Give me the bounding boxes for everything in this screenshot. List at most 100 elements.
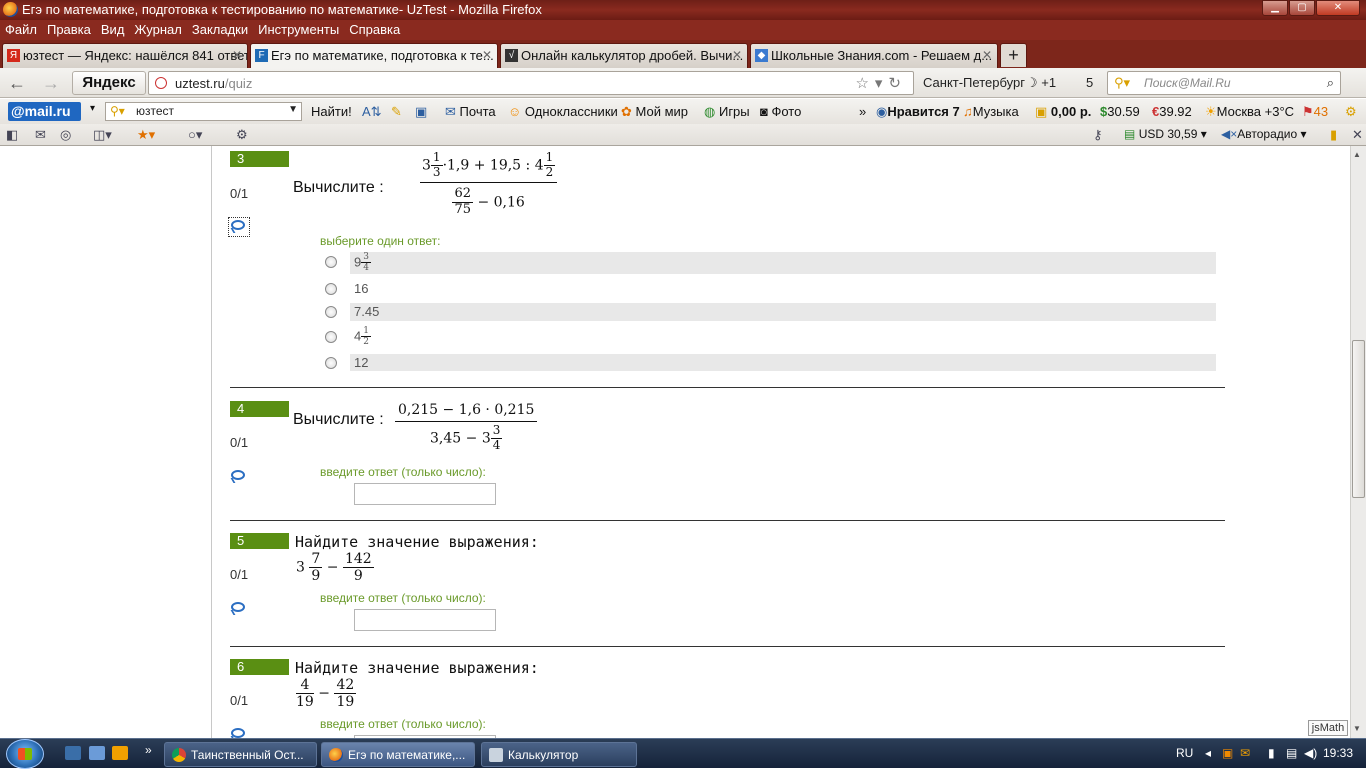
highlight-icon[interactable]: ✎	[391, 104, 402, 120]
new-tab-button[interactable]: +	[1000, 43, 1027, 67]
taskbar-item-firefox[interactable]: Егэ по математике,...	[321, 742, 475, 767]
comment-bubble-icon[interactable]	[230, 470, 247, 484]
answer-radio[interactable]	[325, 283, 337, 295]
more-chevron-icon[interactable]: »	[859, 104, 866, 119]
answer-option-row[interactable]	[350, 303, 1216, 321]
answer-option-row[interactable]	[350, 354, 1216, 371]
city-label[interactable]: Санкт-Петербург	[923, 75, 1025, 90]
mail-link[interactable]: ✉ Почта	[445, 104, 496, 120]
start-button[interactable]	[6, 739, 44, 769]
menu-bookmarks[interactable]: Закладки	[187, 20, 253, 40]
tab-yandex-search[interactable]: Я юзтест — Яндекс: нашёлся 841 ответ ✕	[2, 43, 248, 68]
bookmark-star-icon[interactable]: ☆▾↻	[855, 74, 907, 92]
clock[interactable]: 19:33	[1323, 746, 1353, 760]
weather-label[interactable]: ☽ +1	[1026, 75, 1056, 91]
chevron-down-icon[interactable]: ▾	[90, 103, 95, 114]
tab-uztest[interactable]: F Егэ по математике, подготовка к те... …	[250, 43, 498, 69]
close-window-button[interactable]: ✕	[1316, 0, 1360, 16]
tray-expand-icon[interactable]: ◂	[1205, 746, 1211, 760]
tray-app-icon[interactable]: ▣	[1222, 746, 1233, 760]
my-world-link[interactable]: ✿ Мой мир	[621, 104, 688, 120]
maximize-button[interactable]: ▢	[1289, 0, 1315, 16]
tab-close-icon[interactable]: ✕	[232, 48, 242, 62]
tab-close-icon[interactable]: ✕	[732, 48, 742, 62]
screenshot-icon[interactable]: ◫▾	[93, 127, 112, 143]
menu-file[interactable]: Файл	[0, 20, 42, 40]
search-icon[interactable]: ⌕	[1327, 75, 1334, 91]
menu-help[interactable]: Справка	[344, 20, 405, 40]
usd-rate-item[interactable]: $30.59	[1100, 104, 1140, 119]
scrollbar-thumb[interactable]	[1352, 340, 1365, 498]
media-player-icon[interactable]	[112, 746, 128, 760]
vertical-scrollbar[interactable]: ▲ ▼	[1350, 146, 1366, 738]
sidebar-icon[interactable]: ◧	[6, 127, 18, 143]
mail-envelope-icon[interactable]: ✉	[35, 127, 46, 143]
tray-app-icon[interactable]: ▮	[1268, 746, 1275, 760]
explorer-icon[interactable]	[89, 746, 105, 760]
close-icon[interactable]: ✕	[1352, 127, 1363, 143]
find-button[interactable]: Найти!	[311, 104, 352, 119]
tab-znania[interactable]: ◆ Школьные Знания.com - Решаем д... ✕	[750, 43, 998, 68]
menu-view[interactable]: Вид	[96, 20, 130, 40]
answer-input[interactable]	[354, 483, 496, 505]
answer-input[interactable]	[354, 609, 496, 631]
answer-radio[interactable]	[325, 331, 337, 343]
search-engine-icon[interactable]: ⚲▾	[1114, 75, 1130, 91]
yandex-button[interactable]: Яндекс	[72, 71, 146, 95]
answer-radio[interactable]	[325, 306, 337, 318]
site-identity-icon[interactable]	[155, 77, 167, 89]
weather-item[interactable]: ☀Москва +3°C	[1205, 104, 1294, 120]
photo-link[interactable]: ◙ Фото	[760, 104, 801, 119]
agent-icon[interactable]: ◎	[60, 127, 71, 143]
mailru-logo[interactable]: @mail.ru	[8, 102, 81, 121]
likes-item[interactable]: ◉Нравится 7	[876, 104, 960, 120]
minimize-button[interactable]: ▁	[1262, 0, 1288, 16]
mailru-search-input[interactable]: ⚲▾ юзтест ▼	[105, 102, 302, 121]
tab-close-icon[interactable]: ✕	[482, 48, 492, 62]
key-icon[interactable]: ⚷	[1093, 127, 1103, 143]
url-bar[interactable]: uztest.ru/quiz ☆▾↻	[148, 71, 914, 95]
volume-icon[interactable]: ◀)	[1304, 746, 1317, 760]
page-view-icon[interactable]: ▣	[415, 104, 427, 120]
settings-gear-icon[interactable]: ⚙	[1345, 104, 1357, 120]
menu-edit[interactable]: Правка	[42, 20, 96, 40]
games-link[interactable]: ◍ Игры	[704, 104, 750, 120]
balance-item[interactable]: ▣ 0,00 р.	[1035, 104, 1091, 120]
font-size-icon[interactable]: A⇅	[362, 104, 382, 120]
music-item[interactable]: ♫Музыка	[963, 104, 1019, 119]
back-arrow-icon[interactable]: ←	[8, 73, 26, 94]
comment-bubble-icon[interactable]	[230, 728, 247, 738]
language-indicator[interactable]: RU	[1176, 746, 1193, 760]
comment-bubble-icon[interactable]	[230, 602, 247, 616]
jsmath-button[interactable]: jsMath	[1308, 720, 1348, 736]
taskbar-item-chrome[interactable]: Таинственный Ост...	[164, 742, 317, 767]
usd-rate-widget[interactable]: ▤ USD 30,59 ▾	[1124, 127, 1207, 141]
network-icon[interactable]: ▤	[1286, 746, 1297, 760]
menu-history[interactable]: Журнал	[129, 20, 186, 40]
answer-radio[interactable]	[325, 256, 337, 268]
scroll-down-icon[interactable]: ▼	[1353, 724, 1361, 733]
forward-arrow-icon[interactable]: →	[42, 73, 60, 94]
comment-bubble-icon[interactable]	[228, 217, 250, 237]
mail-search-field[interactable]: ⚲▾ Поиск@Mail.Ru ⌕	[1107, 71, 1341, 95]
mail-count[interactable]: 5	[1086, 75, 1093, 90]
answer-option-row[interactable]	[350, 252, 1216, 274]
tab-close-icon[interactable]: ✕	[982, 48, 992, 62]
quicklaunch-more-icon[interactable]: »	[145, 743, 152, 757]
chevron-down-icon[interactable]: ▼	[288, 104, 298, 115]
scroll-up-icon[interactable]: ▲	[1353, 150, 1361, 159]
tray-app-icon[interactable]: ✉	[1240, 746, 1250, 760]
show-desktop-icon[interactable]	[65, 746, 81, 760]
traffic-item[interactable]: ⚑43	[1302, 104, 1328, 120]
tab-fraction-calculator[interactable]: √ Онлайн калькулятор дробей. Вычи... ✕	[500, 43, 748, 68]
answer-option-label: 934	[354, 252, 371, 274]
radio-widget[interactable]: ◀×Авторадио ▾	[1221, 127, 1307, 141]
gear-icon[interactable]: ⚙	[236, 127, 248, 143]
eur-rate-item[interactable]: €39.92	[1152, 104, 1192, 119]
bookmarks-star-icon[interactable]: ★▾	[137, 127, 155, 143]
answer-radio[interactable]	[325, 357, 337, 369]
taskbar-item-calculator[interactable]: Калькулятор	[481, 742, 637, 767]
odnoklassniki-link[interactable]: ☺ Одноклассники	[508, 104, 618, 119]
chat-bubble-icon[interactable]: ○▾	[188, 127, 202, 143]
menu-tools[interactable]: Инструменты	[253, 20, 344, 40]
